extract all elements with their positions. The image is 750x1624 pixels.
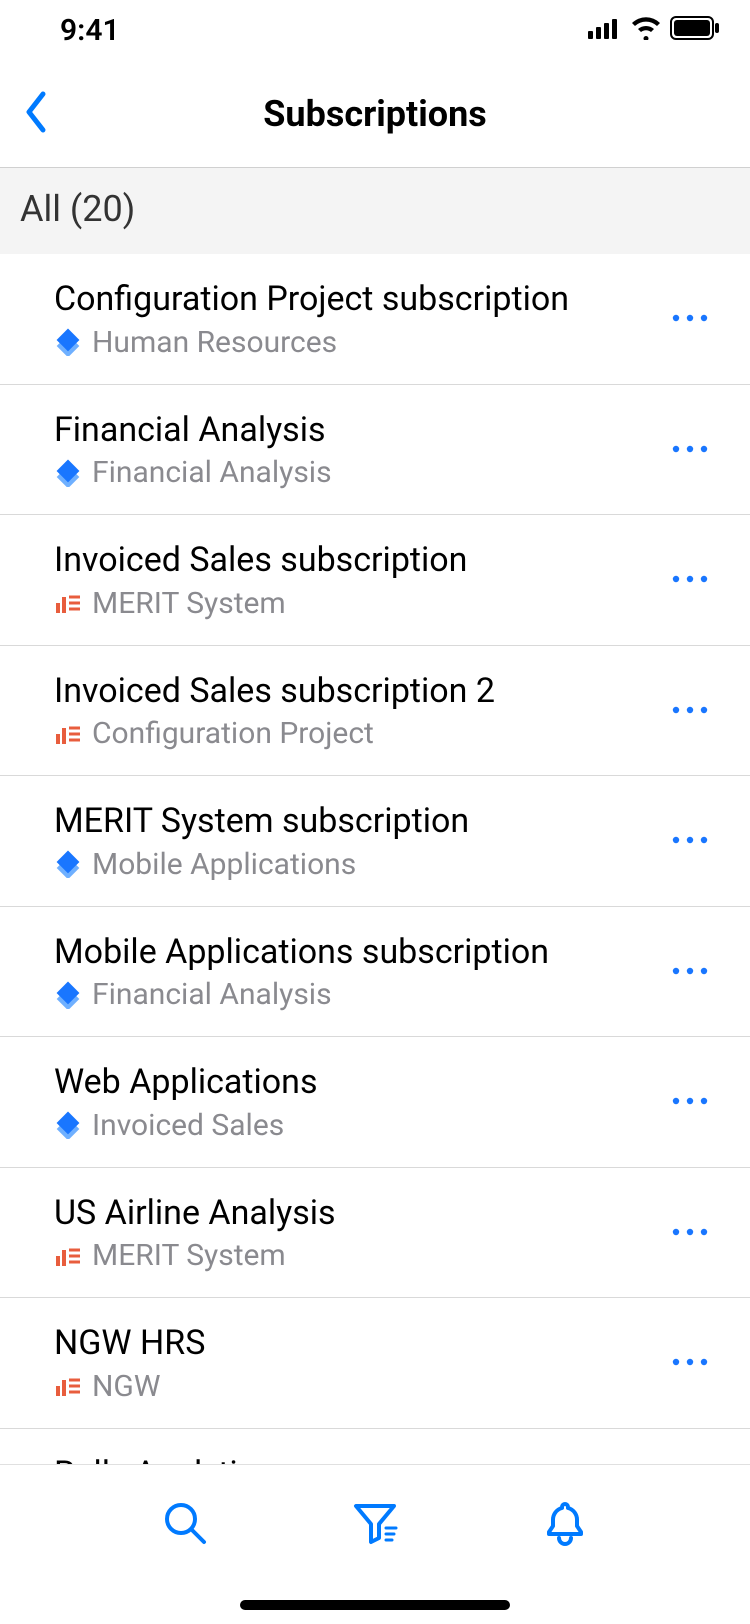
- list-item-subtitle: Human Resources: [92, 325, 337, 360]
- section-header: All (20): [0, 168, 750, 254]
- list-item-sub: Configuration Project: [54, 716, 660, 751]
- list-item-title: NGW HRS: [54, 1322, 660, 1365]
- section-label: All (20): [20, 188, 730, 230]
- list-item-main: NGW HRS NGW: [54, 1322, 660, 1404]
- more-icon: [670, 962, 710, 981]
- home-indicator[interactable]: [240, 1600, 510, 1610]
- list-item-title: Invoiced Sales subscription 2: [54, 670, 660, 713]
- list-item-title: US Airline Analysis: [54, 1192, 660, 1235]
- list-item-main: Mobile Applications subscriptionFinancia…: [54, 931, 660, 1013]
- more-icon: [670, 570, 710, 589]
- more-button[interactable]: [660, 1333, 720, 1393]
- bell-icon: [540, 1498, 590, 1552]
- more-button[interactable]: [660, 1202, 720, 1262]
- more-button[interactable]: [660, 811, 720, 871]
- list-item-subtitle: Financial Analysis: [92, 977, 332, 1012]
- list-item-title: Financial Analysis: [54, 409, 660, 452]
- list-item-subtitle: Configuration Project: [92, 716, 374, 751]
- list-item[interactable]: NGW HRS NGW: [0, 1298, 750, 1429]
- cellular-icon: [588, 17, 622, 43]
- list-item[interactable]: Invoiced Sales subscription 2Configurati…: [0, 646, 750, 777]
- more-icon: [670, 1353, 710, 1372]
- list-item[interactable]: US Airline AnalysisMERIT System: [0, 1168, 750, 1299]
- back-button[interactable]: [10, 60, 64, 167]
- project-icon: [54, 981, 82, 1009]
- more-button[interactable]: [660, 941, 720, 1001]
- list-item-sub: Human Resources: [54, 325, 660, 360]
- report-icon: [54, 720, 82, 748]
- more-icon: [670, 440, 710, 459]
- list-item-main: Configuration Project subscription Human …: [54, 278, 660, 360]
- list-item[interactable]: Financial AnalysisFinancial Analysis: [0, 385, 750, 516]
- filter-icon: [350, 1498, 400, 1552]
- status-bar: 9:41: [0, 0, 750, 60]
- search-icon: [160, 1498, 210, 1552]
- list-item-sub: Invoiced Sales: [54, 1108, 660, 1143]
- status-time: 9:41: [60, 13, 120, 48]
- list-item-title: Web Applications: [54, 1061, 660, 1104]
- more-icon: [670, 309, 710, 328]
- project-icon: [54, 850, 82, 878]
- search-button[interactable]: [145, 1485, 225, 1565]
- more-icon: [670, 1223, 710, 1242]
- status-indicators: [588, 16, 720, 44]
- project-icon: [54, 328, 82, 356]
- report-icon: [54, 589, 82, 617]
- list-item-sub: MERIT System: [54, 1238, 660, 1273]
- project-icon: [54, 1111, 82, 1139]
- chevron-left-icon: [20, 90, 54, 138]
- report-icon: [54, 1242, 82, 1270]
- list-item-main: US Airline AnalysisMERIT System: [54, 1192, 660, 1274]
- report-icon: [54, 1372, 82, 1400]
- list-item-title: Configuration Project subscription: [54, 278, 660, 321]
- more-button[interactable]: [660, 680, 720, 740]
- list-item-subtitle: MERIT System: [92, 586, 286, 621]
- list-item-subtitle: Financial Analysis: [92, 455, 332, 490]
- list-item-sub: Financial Analysis: [54, 977, 660, 1012]
- more-button[interactable]: [660, 1072, 720, 1132]
- list-item-sub: Financial Analysis: [54, 455, 660, 490]
- nav-header: Subscriptions: [0, 60, 750, 168]
- more-button[interactable]: [660, 289, 720, 349]
- list-item-main: Invoiced Sales subscription 2Configurati…: [54, 670, 660, 752]
- battery-icon: [670, 16, 720, 44]
- filter-button[interactable]: [335, 1485, 415, 1565]
- list-item[interactable]: Configuration Project subscription Human …: [0, 254, 750, 385]
- list-item-sub: Mobile Applications: [54, 847, 660, 882]
- content-scroll[interactable]: All (20) Configuration Project subscript…: [0, 168, 750, 1624]
- subscriptions-list: Configuration Project subscription Human …: [0, 254, 750, 1559]
- wifi-icon: [630, 16, 662, 44]
- more-icon: [670, 831, 710, 850]
- list-item-subtitle: MERIT System: [92, 1238, 286, 1273]
- more-button[interactable]: [660, 419, 720, 479]
- list-item-title: Invoiced Sales subscription: [54, 539, 660, 582]
- list-item[interactable]: Invoiced Sales subscription MERIT System: [0, 515, 750, 646]
- list-item-subtitle: Invoiced Sales: [92, 1108, 284, 1143]
- list-item-subtitle: Mobile Applications: [92, 847, 356, 882]
- list-item-main: Invoiced Sales subscription MERIT System: [54, 539, 660, 621]
- list-item-sub: NGW: [54, 1369, 660, 1404]
- list-item-title: MERIT System subscription: [54, 800, 660, 843]
- page-title: Subscriptions: [263, 93, 487, 135]
- project-icon: [54, 459, 82, 487]
- list-item-title: Mobile Applications subscription: [54, 931, 660, 974]
- list-item[interactable]: Web Applications Invoiced Sales: [0, 1037, 750, 1168]
- more-icon: [670, 1092, 710, 1111]
- list-item-main: Web Applications Invoiced Sales: [54, 1061, 660, 1143]
- more-icon: [670, 701, 710, 720]
- list-item[interactable]: MERIT System subscription Mobile Applicat…: [0, 776, 750, 907]
- more-button[interactable]: [660, 550, 720, 610]
- list-item-main: Financial AnalysisFinancial Analysis: [54, 409, 660, 491]
- list-item-subtitle: NGW: [92, 1369, 160, 1404]
- notifications-button[interactable]: [525, 1485, 605, 1565]
- list-item-sub: MERIT System: [54, 586, 660, 621]
- list-item-main: MERIT System subscription Mobile Applicat…: [54, 800, 660, 882]
- list-item[interactable]: Mobile Applications subscriptionFinancia…: [0, 907, 750, 1038]
